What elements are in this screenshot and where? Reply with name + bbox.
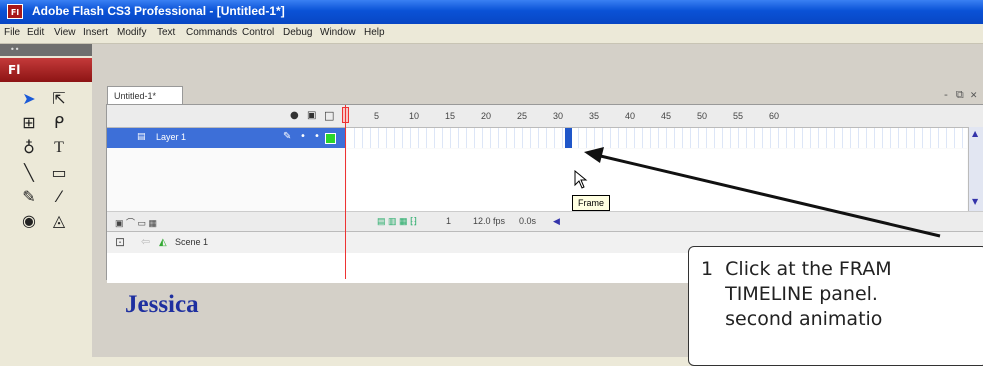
ruler-number: 5	[374, 111, 380, 121]
document-window-controls[interactable]: - ⧉ ✕	[943, 88, 977, 102]
outline-icon[interactable]: □	[324, 109, 334, 122]
menu-debug[interactable]: Debug	[283, 27, 312, 38]
outline-color-icon[interactable]	[325, 133, 336, 144]
title-bar: Fl Adobe Flash CS3 Professional - [Untit…	[0, 0, 983, 24]
elapsed-time: 0.0s	[519, 216, 537, 226]
onion-skin-icons[interactable]: ▤ ▥ ▦ ⁅⁆	[377, 216, 417, 227]
layer-row[interactable]: ▤ Layer 1 ✎ • •	[107, 128, 345, 148]
flash-app-icon: Fl	[7, 4, 23, 19]
window-title: Adobe Flash CS3 Professional - [Untitled…	[32, 4, 285, 18]
menu-window[interactable]: Window	[320, 27, 356, 38]
tools-brand: Fl	[0, 58, 92, 82]
ruler-number: 30	[553, 111, 564, 121]
subselection-tool-icon[interactable]: ⇱	[44, 88, 74, 110]
scene-name[interactable]: Scene 1	[175, 237, 208, 247]
tools-panel: •• Fl ➤ ⇱ ⊞ ᑭ ♁ T ╲ ▭ ✎ ⁄ ◉ ◬	[0, 44, 93, 357]
lock-icon[interactable]: ▣	[307, 110, 316, 121]
line-tool-icon[interactable]: ╲	[14, 162, 44, 184]
selected-frame[interactable]	[565, 128, 572, 148]
ruler-number: 50	[697, 111, 708, 121]
ruler-number: 35	[589, 111, 600, 121]
menu-insert[interactable]: Insert	[83, 27, 108, 38]
frames-row[interactable]	[347, 128, 967, 148]
free-transform-tool-icon[interactable]: ⊞	[14, 112, 44, 134]
document-tab[interactable]: Untitled-1*	[107, 86, 183, 104]
eye-icon[interactable]: ●	[290, 110, 299, 121]
timeline-ruler: ● ▣ □ 5 10 15 20 25 30 35 40 45 50 55 60	[107, 105, 983, 128]
timeline-scrollbar[interactable]: ▲ ▼	[968, 127, 983, 211]
text-tool-icon[interactable]: T	[44, 137, 74, 159]
mouse-cursor-icon	[574, 170, 588, 189]
timeline-status-bar: ▣ ⌒ ▭ ▦ ▤ ▥ ▦ ⁅⁆ 1 12.0 fps 0.0s ◀	[107, 211, 983, 232]
current-frame: 1	[446, 216, 452, 226]
pen-tool-icon[interactable]: ♁	[14, 137, 44, 159]
frames-area	[347, 149, 967, 211]
menu-bar: File Edit View Insert Modify Text Comman…	[0, 24, 983, 44]
instruction-callout: 1 Click at the FRAM TIMELINE panel. seco…	[688, 246, 983, 366]
menu-file[interactable]: File	[4, 27, 20, 38]
menu-help[interactable]: Help	[364, 27, 385, 38]
timeline-toggle-icon[interactable]: ⊡	[115, 235, 125, 249]
menu-view[interactable]: View	[54, 27, 76, 38]
ruler-number: 40	[625, 111, 636, 121]
visible-dot-icon[interactable]: •	[300, 131, 306, 142]
pencil-icon: ✎	[283, 131, 292, 142]
stage-text[interactable]: Jessica	[125, 291, 199, 319]
menu-commands[interactable]: Commands	[186, 27, 237, 38]
scroll-down-icon[interactable]: ▼	[972, 197, 978, 206]
brush-tool-icon[interactable]: ⁄	[44, 186, 74, 208]
frame-rate: 12.0 fps	[473, 216, 506, 226]
layer-icon: ▤	[137, 132, 146, 142]
pencil-tool-icon[interactable]: ✎	[14, 186, 44, 208]
lock-dot-icon[interactable]: •	[314, 131, 320, 142]
ruler-number: 25	[517, 111, 528, 121]
callout-text: 1 Click at the FRAM TIMELINE panel. seco…	[701, 258, 892, 330]
selection-tool-icon[interactable]: ➤	[14, 88, 44, 110]
ruler-number: 15	[445, 111, 456, 121]
frame-tooltip: Frame	[572, 195, 610, 211]
ruler-number: 55	[733, 111, 744, 121]
scroll-left-icon[interactable]: ◀	[553, 216, 560, 227]
back-arrow-icon[interactable]: ⇦	[141, 235, 150, 248]
menu-edit[interactable]: Edit	[27, 27, 44, 38]
paint-bucket-tool-icon[interactable]: ◬	[44, 210, 74, 232]
ruler-number: 60	[769, 111, 780, 121]
layer-controls-icons[interactable]: ▣ ⌒ ▭ ▦	[115, 216, 157, 229]
menu-modify[interactable]: Modify	[117, 27, 146, 38]
ruler-number: 10	[409, 111, 420, 121]
scroll-up-icon[interactable]: ▲	[972, 129, 978, 138]
lasso-tool-icon[interactable]: ᑭ	[44, 112, 74, 134]
playhead[interactable]	[342, 105, 350, 279]
ink-bottle-tool-icon[interactable]: ◉	[14, 210, 44, 232]
layer-name: Layer 1	[156, 132, 187, 142]
ruler-number: 20	[481, 111, 492, 121]
scene-icon: ◭	[159, 237, 167, 248]
rectangle-tool-icon[interactable]: ▭	[44, 162, 74, 184]
panel-grip[interactable]: ••	[0, 44, 92, 56]
menu-control[interactable]: Control	[242, 27, 274, 38]
ruler-number: 45	[661, 111, 672, 121]
menu-text[interactable]: Text	[157, 27, 175, 38]
